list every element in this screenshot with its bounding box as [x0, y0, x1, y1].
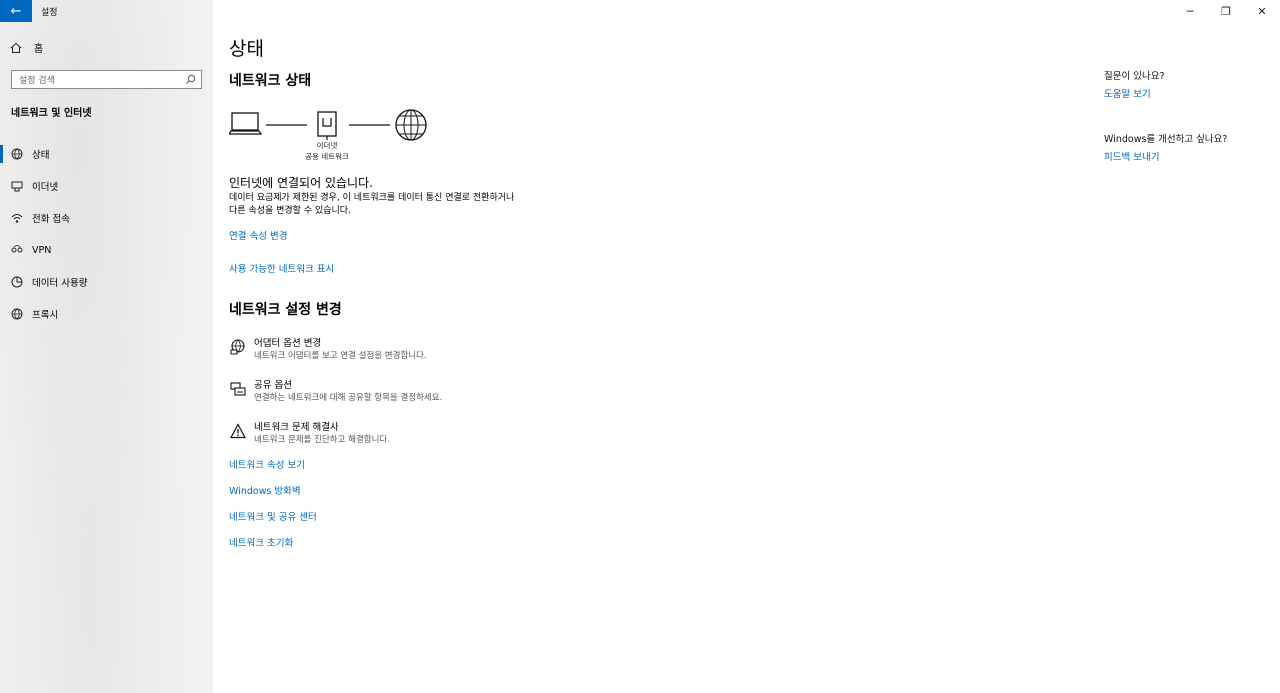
connection-status-detail: 데이터 요금제가 제한된 경우, 이 네트워크를 데이터 통신 연결로 전환하거…	[229, 193, 515, 216]
improve-windows-heading: Windows를 개선하고 싶나요?	[1104, 134, 1228, 145]
ethernet-adapter-icon	[317, 111, 337, 140]
sidebar-item-proxy[interactable]: 프록시	[0, 298, 213, 330]
view-network-properties-link[interactable]: 네트워크 속성 보기	[229, 457, 305, 471]
sidebar-item-label: 프록시	[32, 310, 59, 321]
connection-status: 인터넷에 연결되어 있습니다.	[229, 176, 373, 190]
network-status-heading: 네트워크 상태	[229, 73, 312, 89]
change-settings-heading: 네트워크 설정 변경	[229, 302, 342, 318]
window-controls: ─ ❐ ✕	[1172, 0, 1280, 22]
get-help-link[interactable]: 도움말 보기	[1104, 86, 1151, 100]
setting-title: 네트워크 문제 해결사	[254, 422, 339, 433]
sidebar-item-vpn[interactable]: VPN	[0, 234, 213, 266]
data-usage-icon	[11, 276, 23, 288]
setting-description: 네트워크 문제를 진단하고 해결합니다.	[254, 435, 390, 445]
setting-description: 네트워크 어댑터를 보고 연결 설정을 변경합니다.	[254, 351, 427, 361]
show-available-networks-link[interactable]: 사용 가능한 네트워크 표시	[229, 261, 334, 275]
internet-globe-icon	[395, 109, 427, 141]
windows-firewall-link[interactable]: Windows 방화벽	[229, 483, 301, 497]
setting-title: 공유 옵션	[254, 380, 292, 391]
sharing-options-item[interactable]: 공유 옵션 연결하는 네트워크에 대해 공유할 항목을 결정하세요.	[229, 380, 442, 404]
adapter-options-item[interactable]: 어댑터 옵션 변경 네트워크 어댑터를 보고 연결 설정을 변경합니다.	[229, 338, 427, 362]
sidebar-item-label: 데이터 사용량	[32, 278, 88, 289]
sidebar-item-label: 전화 접속	[32, 214, 70, 225]
restore-button[interactable]: ❐	[1208, 0, 1244, 22]
vpn-icon	[11, 244, 23, 256]
dialup-icon	[11, 212, 23, 224]
close-button[interactable]: ✕	[1244, 0, 1280, 22]
question-heading: 질문이 있나요?	[1104, 71, 1165, 82]
sidebar-item-label: 이더넷	[32, 182, 59, 193]
page-title: 상태	[229, 38, 264, 60]
setting-title: 어댑터 옵션 변경	[254, 338, 322, 349]
sidebar-item-dialup[interactable]: 전화 접속	[0, 202, 213, 234]
minimize-icon: ─	[1186, 4, 1194, 18]
adapter-label: 이더넷	[316, 141, 338, 150]
app-title: 설정	[41, 7, 58, 18]
minimize-button[interactable]: ─	[1172, 0, 1208, 22]
proxy-globe-icon	[11, 308, 23, 320]
sidebar-nav: 상태 이더넷 전화 접속 VPN 데이터 사용량 프록시	[0, 138, 213, 330]
sidebar: ← 설정 홈 설정 검색 네트워크 및 인터넷 상태 이더넷 전화 접속 VPN…	[0, 0, 213, 693]
sidebar-item-label: 상태	[32, 150, 50, 161]
change-connection-properties-link[interactable]: 연결 속성 변경	[229, 228, 287, 242]
setting-description: 연결하는 네트워크에 대해 공유할 항목을 결정하세요.	[254, 393, 443, 403]
sidebar-item-status[interactable]: 상태	[0, 138, 213, 170]
laptop-icon	[227, 112, 263, 135]
sharing-icon	[229, 380, 247, 398]
restore-icon: ❐	[1221, 4, 1231, 18]
network-reset-link[interactable]: 네트워크 초기화	[229, 535, 293, 549]
search-icon	[185, 74, 196, 85]
network-troubleshooter-item[interactable]: 네트워크 문제 해결사 네트워크 문제를 진단하고 해결합니다.	[229, 422, 390, 446]
give-feedback-link[interactable]: 피드백 보내기	[1104, 149, 1159, 163]
adapter-icon	[229, 338, 247, 356]
network-sharing-center-link[interactable]: 네트워크 및 공유 센터	[229, 509, 317, 523]
network-diagram: 이더넷 공용 네트워크	[227, 106, 439, 166]
main-content: 상태 네트워크 상태 이더넷 공용 네트워크 인터넷에 연결되어 있습니다. 데…	[227, 0, 1069, 693]
sidebar-item-label: VPN	[32, 244, 52, 256]
sidebar-item-ethernet[interactable]: 이더넷	[0, 170, 213, 202]
title-bar: ← 설정	[0, 0, 58, 22]
sidebar-section-title: 네트워크 및 인터넷	[11, 108, 92, 119]
search-placeholder: 설정 검색	[19, 76, 55, 86]
home-icon	[10, 42, 22, 53]
home-label: 홈	[34, 44, 44, 55]
network-type-label: 공용 네트워크	[305, 152, 349, 161]
search-input[interactable]: 설정 검색	[11, 70, 202, 89]
close-icon: ✕	[1257, 4, 1267, 18]
ethernet-icon	[11, 180, 23, 192]
sidebar-item-data-usage[interactable]: 데이터 사용량	[0, 266, 213, 298]
back-arrow-icon: ←	[10, 3, 22, 19]
back-button[interactable]: ←	[0, 0, 32, 22]
status-globe-icon	[11, 148, 23, 160]
home-link[interactable]: 홈	[10, 40, 43, 55]
warning-icon	[229, 422, 247, 440]
